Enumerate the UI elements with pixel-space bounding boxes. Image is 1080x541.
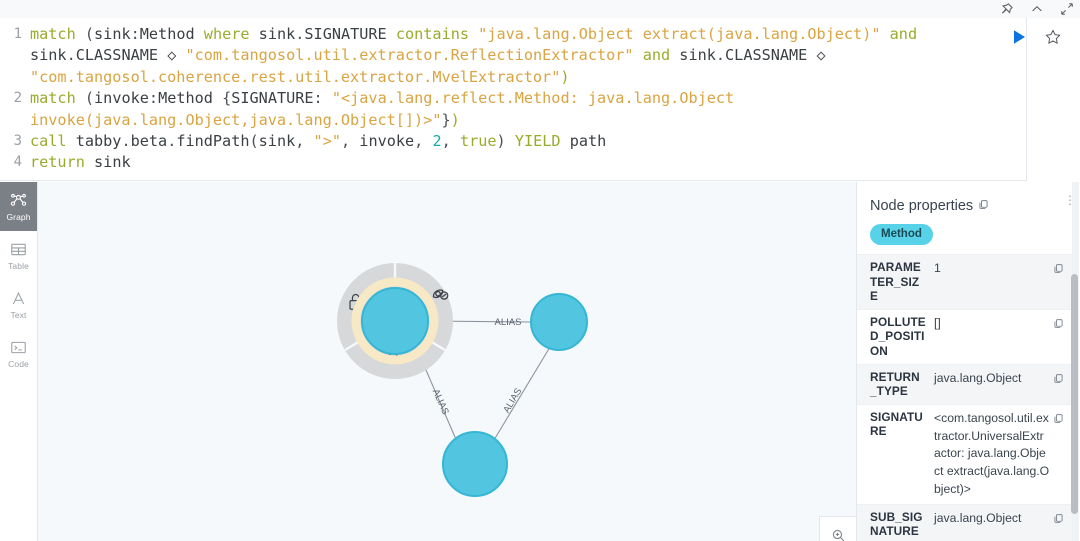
panel-title-text: Node properties	[870, 198, 974, 214]
property-value: <com.tangosol.util.extractor.UniversalEx…	[934, 410, 1050, 496]
property-row: RETURN_TYPE java.lang.Object	[857, 363, 1072, 404]
sidebar-label-graph: Graph	[6, 212, 31, 222]
cypher-code[interactable]: 1 match (sink:Method where sink.SIGNATUR…	[0, 18, 1026, 180]
line-number: 1	[13, 26, 22, 42]
panel-title: Node properties	[857, 182, 1072, 214]
property-key: SIGNATURE	[870, 409, 923, 439]
property-value: java.lang.Object	[934, 510, 1022, 525]
query-editor-region: 1 match (sink:Method where sink.SIGNATUR…	[0, 0, 1080, 182]
favorite-star-icon[interactable]	[1040, 24, 1066, 50]
copy-icon[interactable]	[1053, 371, 1064, 389]
sidebar-label-code: Code	[8, 359, 29, 369]
node-selected[interactable]	[351, 277, 439, 365]
code-line: 3 call tabby.beta.findPath(sink, ">", in…	[0, 131, 1026, 152]
sidebar-item-text[interactable]: Text	[0, 280, 37, 329]
code-line: 2 match (invoke:Method {SIGNATURE: "<jav…	[0, 88, 1026, 131]
property-row: SIGNATURE <com.tangosol.util.extractor.U…	[857, 403, 1072, 504]
edge-label: ALIAS	[495, 317, 522, 328]
node-circle[interactable]	[442, 431, 508, 497]
line-number: 2	[13, 90, 22, 107]
copy-icon[interactable]	[1053, 261, 1064, 279]
code-line-text: match (sink:Method where sink.SIGNATURE …	[30, 25, 918, 86]
property-value: java.lang.Object	[934, 370, 1022, 385]
node-circle	[361, 287, 429, 355]
property-value: []	[934, 315, 941, 330]
graph-nodes	[351, 277, 588, 497]
line-number: 4	[13, 154, 22, 171]
code-line-text: match (invoke:Method {SIGNATURE: "<java.…	[30, 89, 735, 129]
graph-icon	[9, 191, 28, 210]
code-line: 4 return sink	[0, 152, 1026, 173]
graph-visualization[interactable]: ALIAS ALIAS ALIAS	[38, 182, 856, 541]
copy-icon[interactable]	[1053, 316, 1064, 334]
property-key: RETURN_TYPE	[870, 369, 920, 399]
text-icon	[9, 289, 28, 308]
sidebar-item-code[interactable]: Code	[0, 329, 37, 378]
table-icon	[9, 240, 28, 259]
sidebar-item-table[interactable]: Table	[0, 231, 37, 280]
node-properties-panel: Node properties Method PARAMETER_SIZE 1 …	[856, 182, 1080, 541]
sidebar-label-text: Text	[10, 310, 27, 320]
pin-icon[interactable]	[1000, 2, 1014, 16]
node-properties-table: PARAMETER_SIZE 1 POLLUTED_POSITION [] RE…	[857, 254, 1072, 541]
result-view-switcher: Graph Table Text Code	[0, 182, 38, 541]
node-label-row: Method	[857, 214, 1072, 254]
property-key: PARAMETER_SIZE	[870, 260, 921, 304]
sidebar-item-graph[interactable]: Graph	[0, 182, 37, 231]
property-key: SUB_SIGNATURE	[870, 509, 923, 539]
property-key: POLLUTED_POSITION	[870, 314, 926, 358]
frame-titlebar-actions	[1000, 0, 1074, 18]
code-line: 1 match (sink:Method where sink.SIGNATUR…	[0, 24, 1026, 88]
property-value: 1	[934, 261, 941, 275]
copy-all-icon[interactable]	[978, 198, 989, 214]
neo4j-browser-result-frame: 1 match (sink:Method where sink.SIGNATUR…	[0, 0, 1080, 541]
zoom-in-button[interactable]	[819, 516, 856, 541]
frame-titlebar	[0, 0, 1080, 18]
node-circle[interactable]	[530, 293, 588, 351]
copy-icon[interactable]	[1053, 511, 1064, 529]
line-number: 3	[13, 133, 22, 150]
query-editor-card[interactable]: 1 match (sink:Method where sink.SIGNATUR…	[0, 18, 1027, 181]
expand-icon[interactable]	[1060, 2, 1074, 16]
panel-scrollbar-track[interactable]	[1071, 182, 1079, 541]
node-properties-scroll-area[interactable]: Node properties Method PARAMETER_SIZE 1 …	[857, 182, 1072, 541]
chevron-up-icon[interactable]	[1030, 2, 1044, 16]
code-line-text: call tabby.beta.findPath(sink, ">", invo…	[30, 132, 607, 151]
property-row: PARAMETER_SIZE 1	[857, 254, 1072, 309]
panel-scrollbar-thumb[interactable]	[1071, 274, 1078, 514]
code-line-text: return sink	[30, 153, 131, 172]
run-query-button[interactable]	[1006, 24, 1032, 50]
property-row: SUB_SIGNATURE java.lang.Object	[857, 503, 1072, 541]
edge-label: ALIAS	[501, 386, 524, 415]
copy-icon[interactable]	[1053, 411, 1064, 429]
edge-label: ALIAS	[430, 387, 451, 416]
property-row: POLLUTED_POSITION []	[857, 308, 1072, 364]
sidebar-label-table: Table	[8, 261, 29, 271]
result-pane: Graph Table Text Code ALIAS ALIAS ALIAS …	[0, 182, 1080, 541]
graph-svg[interactable]: ALIAS ALIAS ALIAS	[38, 182, 856, 541]
code-icon	[9, 338, 28, 357]
node-label-chip[interactable]: Method	[870, 224, 933, 245]
